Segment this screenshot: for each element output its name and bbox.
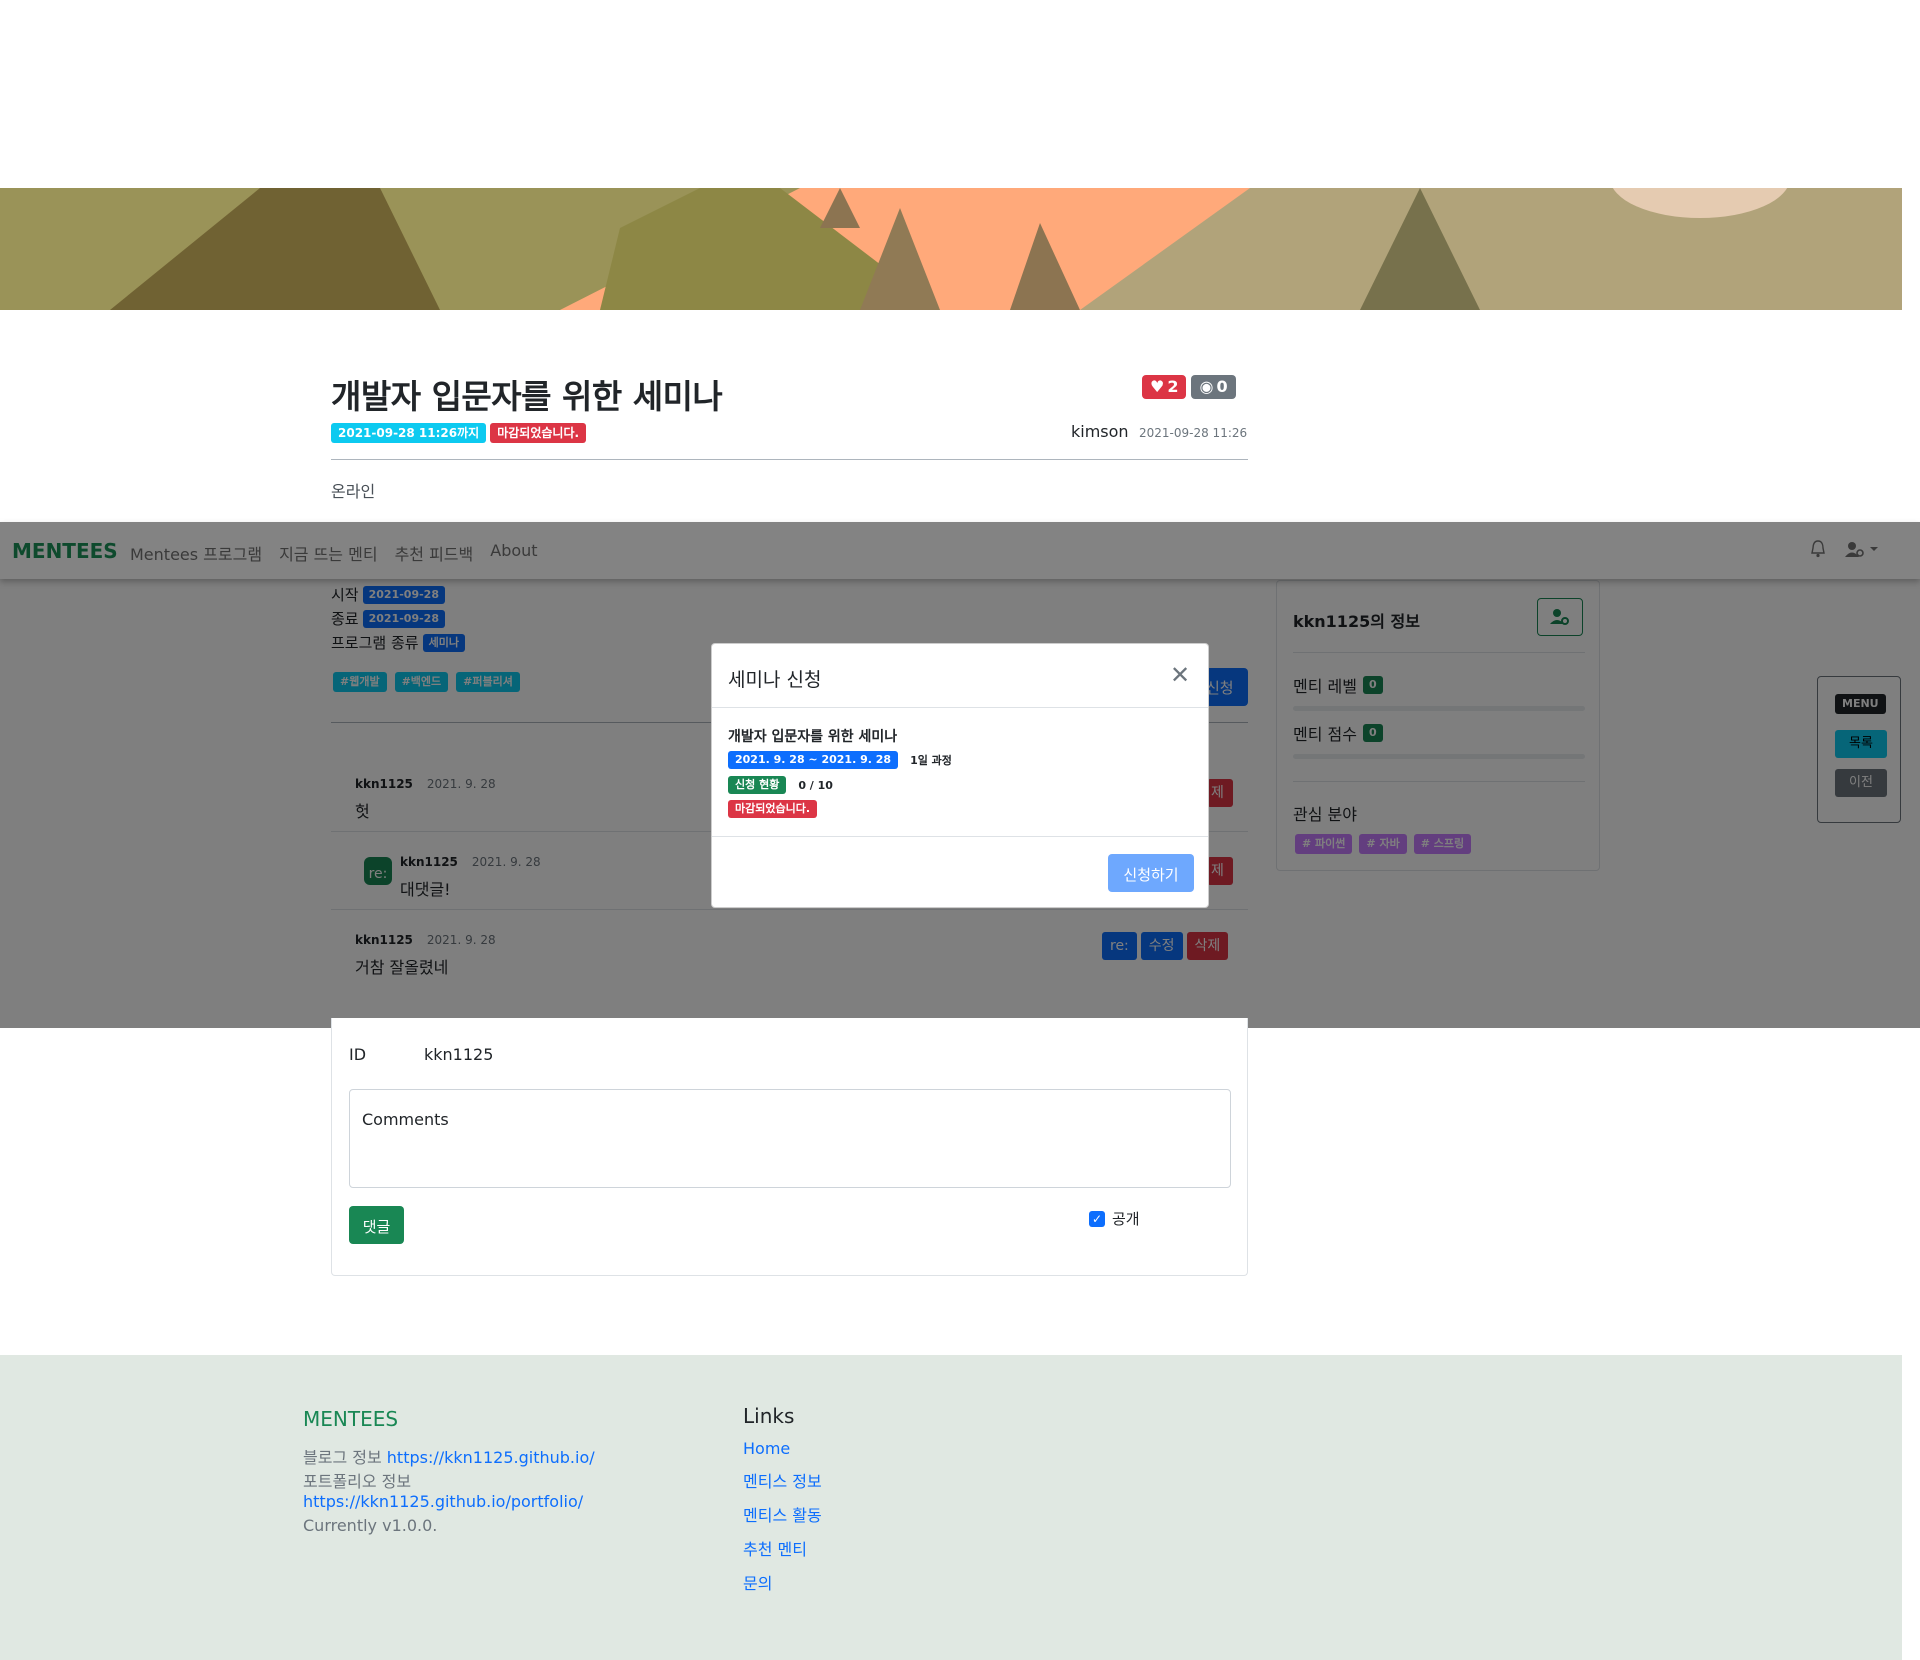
footer-link-info[interactable]: 멘티스 정보 (743, 1468, 822, 1492)
blog-link[interactable]: https://kkn1125.github.io/ (387, 1448, 595, 1467)
nav-link-trending[interactable]: 지금 뜨는 멘티 (279, 541, 378, 565)
like-count: 2 (1167, 377, 1179, 396)
divider (712, 836, 1208, 837)
comment-textarea[interactable]: Comments (349, 1089, 1231, 1188)
modal-course-title: 개발자 입문자를 위한 세미나 (728, 729, 898, 745)
like-badge[interactable]: ♥ 2 (1142, 375, 1187, 399)
footer-link-recommend[interactable]: 추천 멘티 (743, 1536, 822, 1560)
footer-brand: MENTEES (303, 1407, 399, 1431)
public-checkbox-row: ✓ 공개 (1089, 1208, 1140, 1229)
view-count: 0 (1216, 377, 1228, 396)
post-date: 2021-09-28 11:26 (1139, 426, 1248, 440)
nav-links: Mentees 프로그램 지금 뜨는 멘티 추천 피드백 About (130, 541, 538, 565)
modal-period-row: 2021. 9. 28 ~ 2021. 9. 28 1일 과정 (728, 751, 952, 769)
duration-text: 1일 과정 (910, 754, 952, 767)
period-badge: 2021. 9. 28 ~ 2021. 9. 28 (728, 751, 899, 769)
comment-submit-button[interactable]: 댓글 (349, 1206, 404, 1244)
program-mode: 온라인 (331, 482, 376, 501)
blog-row: 블로그 정보 https://kkn1125.github.io/ (303, 1444, 595, 1468)
blog-label: 블로그 정보 (303, 1448, 382, 1467)
seminar-apply-modal: 세미나 신청 ✕ 개발자 입문자를 위한 세미나 2021. 9. 28 ~ 2… (711, 643, 1209, 908)
footer-links: Home 멘티스 정보 멘티스 활동 추천 멘티 문의 (743, 1439, 822, 1594)
heart-icon: ♥ (1150, 377, 1165, 396)
deadline-badge: 2021-09-28 11:26까지 (331, 423, 487, 443)
hero-banner (0, 188, 1902, 310)
divider (712, 707, 1208, 708)
modal-title: 세미나 신청 (728, 669, 822, 691)
modal-closed-row: 마감되었습니다. (728, 800, 818, 818)
landscape-illustration (0, 188, 1902, 310)
view-badge: ◉ 0 (1191, 375, 1236, 399)
post-author: kimson (1071, 422, 1129, 441)
footer-link-contact[interactable]: 문의 (743, 1570, 822, 1594)
deadline-badges: 2021-09-28 11:26까지 마감되었습니다. (331, 423, 587, 443)
id-value: kkn1125 (424, 1045, 494, 1064)
footer-link-activity[interactable]: 멘티스 활동 (743, 1502, 822, 1526)
public-label: 공개 (1112, 1210, 1140, 1228)
close-icon[interactable]: ✕ (1170, 663, 1190, 687)
nav-link-feedback[interactable]: 추천 피드백 (395, 541, 474, 565)
post-stats: ♥ 2 ◉ 0 (1142, 375, 1236, 399)
portfolio-link[interactable]: https://kkn1125.github.io/portfolio/ (303, 1492, 583, 1511)
portfolio-label: 포트폴리오 정보 (303, 1472, 412, 1491)
closed-badge: 마감되었습니다. (490, 423, 587, 443)
id-label: ID (349, 1045, 367, 1064)
nav-link-programs[interactable]: Mentees 프로그램 (130, 541, 262, 565)
closed-badge: 마감되었습니다. (728, 800, 818, 818)
eye-icon: ◉ (1199, 377, 1214, 396)
comment-form: ID kkn1125 Comments 댓글 ✓ 공개 (331, 1018, 1248, 1276)
navbar: MENTEES Mentees 프로그램 지금 뜨는 멘티 추천 피드백 Abo… (0, 522, 1920, 579)
links-heading: Links (743, 1404, 795, 1428)
nav-link-about[interactable]: About (490, 541, 537, 565)
public-checkbox[interactable]: ✓ (1089, 1210, 1105, 1227)
bell-icon[interactable] (1810, 540, 1826, 558)
footer-link-home[interactable]: Home (743, 1439, 822, 1458)
brand-logo[interactable]: MENTEES (12, 539, 118, 563)
post-title: 개발자 입문자를 위한 세미나 (331, 377, 723, 416)
footer: MENTEES 블로그 정보 https://kkn1125.github.io… (0, 1355, 1902, 1660)
status-value: 0 / 10 (798, 778, 833, 792)
modal-status-row: 신청 현황 0 / 10 (728, 776, 833, 794)
status-badge: 신청 현황 (728, 776, 787, 794)
apply-submit-button[interactable]: 신청하기 (1108, 854, 1194, 892)
nav-icons (1810, 540, 1880, 558)
version-text: Currently v1.0.0. (303, 1516, 438, 1535)
user-menu-icon[interactable] (1844, 540, 1880, 558)
divider (331, 459, 1248, 460)
